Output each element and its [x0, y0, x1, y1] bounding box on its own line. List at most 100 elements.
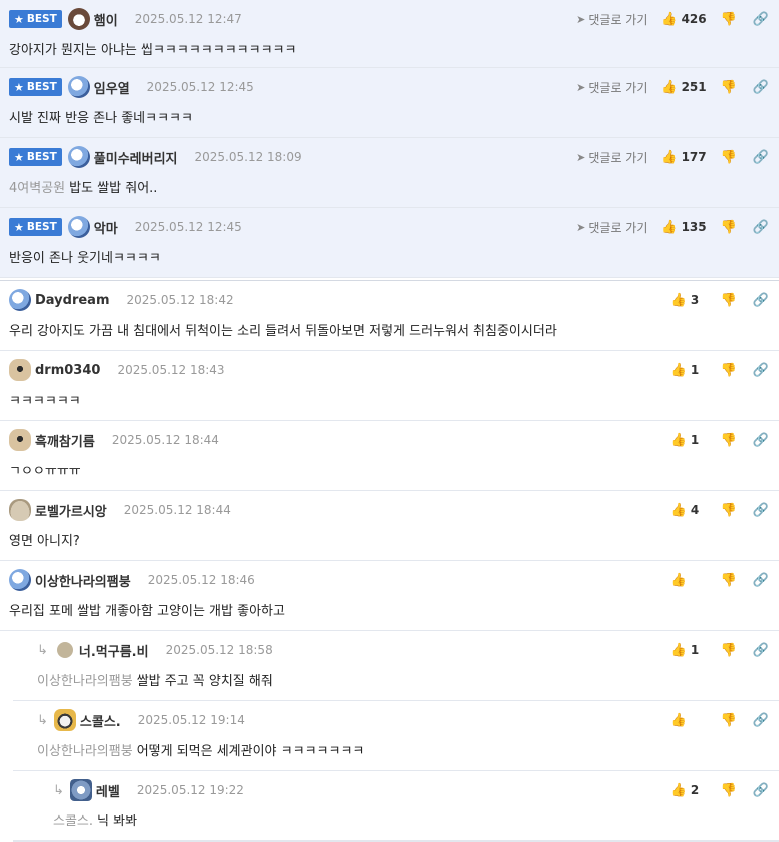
link-icon[interactable]: 🔗 — [753, 573, 769, 588]
comment: 이상한나라의팸붕 2025.05.12 18:46 👍 👎 🔗 우리집 포메 쌀… — [0, 561, 779, 631]
thumbs-up-icon: 👍 — [670, 432, 687, 448]
like-button[interactable]: 👍 3 — [671, 293, 707, 308]
avatar[interactable] — [9, 429, 31, 451]
author-nick[interactable]: 너.먹구름.비 — [79, 641, 149, 660]
author-nick[interactable]: 스콜스. — [80, 711, 121, 730]
mention[interactable]: 4여벽공원 — [9, 181, 65, 196]
send-arrow-icon: ➤ — [576, 12, 586, 26]
reply-thread: ↳ 너.먹구름.비 2025.05.12 18:58 👍 1 👎 🔗 이상한나라의… — [13, 631, 779, 842]
best-badge: ★ BEST — [9, 10, 62, 28]
comment-date: 2025.05.12 18:46 — [147, 573, 255, 587]
like-count: 1 — [690, 433, 700, 447]
like-button[interactable]: 👍 426 — [661, 12, 706, 27]
avatar[interactable] — [67, 76, 90, 98]
comment-text: 시발 진짜 반응 존나 좋네ㅋㅋㅋㅋ — [9, 111, 193, 126]
comment-date: 2025.05.12 18:58 — [165, 643, 273, 657]
author-nick[interactable]: 악마 — [94, 218, 118, 237]
thumbs-down-icon[interactable]: 👎 — [721, 12, 737, 27]
comment-date: 2025.05.12 18:44 — [111, 433, 219, 447]
comment-text: 영면 아니지? — [9, 534, 80, 549]
like-button[interactable]: 👍 1 — [671, 363, 707, 378]
avatar[interactable] — [67, 8, 90, 30]
avatar[interactable] — [9, 289, 31, 311]
link-icon[interactable]: 🔗 — [753, 293, 769, 308]
like-button[interactable]: 👍 1 — [671, 643, 707, 658]
avatar[interactable] — [69, 779, 92, 801]
thumbs-down-icon[interactable]: 👎 — [721, 503, 737, 518]
like-button[interactable]: 👍 1 — [671, 433, 707, 448]
reply-arrow-icon: ↳ — [37, 642, 48, 658]
link-icon[interactable]: 🔗 — [753, 503, 769, 518]
like-count: 3 — [690, 293, 700, 307]
nested-reply-comment: ↳ 레벨 2025.05.12 19:22 👍 2 👎 🔗 스콜스. 닉 봐봐 — [13, 771, 779, 841]
like-button[interactable]: 👍 135 — [661, 220, 706, 235]
avatar[interactable] — [9, 359, 31, 381]
like-button[interactable]: 👍 177 — [661, 150, 706, 165]
author-nick[interactable]: drm0340 — [35, 363, 100, 378]
best-comment: ★ BEST 풀미수레버리지 2025.05.12 18:09 ➤ 댓글로 가기 👍… — [0, 138, 779, 208]
best-comment: ★ BEST 햄이 2025.05.12 12:47 ➤ 댓글로 가기 👍 426 👎… — [0, 0, 779, 68]
avatar[interactable] — [56, 642, 73, 658]
best-badge: ★ BEST — [9, 78, 62, 96]
thumbs-down-icon[interactable]: 👎 — [721, 643, 737, 658]
thumbs-down-icon[interactable]: 👎 — [721, 220, 737, 235]
thumbs-down-icon[interactable]: 👎 — [721, 293, 737, 308]
thumbs-down-icon[interactable]: 👎 — [721, 80, 737, 95]
link-icon[interactable]: 🔗 — [753, 433, 769, 448]
link-icon[interactable]: 🔗 — [753, 713, 769, 728]
link-icon[interactable]: 🔗 — [753, 150, 769, 165]
author-nick[interactable]: 이상한나라의팸붕 — [35, 571, 131, 590]
like-button[interactable]: 👍 4 — [671, 503, 707, 518]
mention[interactable]: 이상한나라의팸붕 — [37, 674, 133, 689]
thumbs-up-icon: 👍 — [670, 362, 687, 378]
star-icon: ★ — [14, 80, 24, 94]
author-nick[interactable]: 햄이 — [94, 10, 118, 29]
comment-date: 2025.05.12 18:42 — [126, 293, 234, 307]
link-icon[interactable]: 🔗 — [753, 643, 769, 658]
best-comment: ★ BEST 악마 2025.05.12 12:45 ➤ 댓글로 가기 👍 135 👎… — [0, 208, 779, 278]
thumbs-up-icon: 👍 — [661, 219, 678, 235]
author-nick[interactable]: 풀미수레버리지 — [94, 148, 178, 167]
mention[interactable]: 스콜스. — [53, 814, 93, 829]
link-icon[interactable]: 🔗 — [753, 12, 769, 27]
link-icon[interactable]: 🔗 — [753, 783, 769, 798]
like-count: 251 — [681, 80, 707, 94]
thumbs-down-icon[interactable]: 👎 — [721, 150, 737, 165]
avatar[interactable] — [9, 569, 31, 591]
link-icon[interactable]: 🔗 — [753, 80, 769, 95]
thumbs-up-icon: 👍 — [670, 782, 687, 798]
like-button[interactable]: 👍 — [671, 573, 707, 588]
goto-comment-link[interactable]: ➤ 댓글로 가기 — [576, 219, 647, 236]
comment-text: 이상한나라의팸붕 쌀밥 주고 꼭 양치질 해줘 — [37, 674, 273, 689]
mention[interactable]: 이상한나라의팸붕 — [37, 744, 133, 759]
like-count: 135 — [681, 220, 707, 234]
reply-comment: ↳ 스콜스. 2025.05.12 19:14 👍 👎 🔗 이상한나라의팸붕 어떻… — [13, 701, 779, 771]
thumbs-down-icon[interactable]: 👎 — [721, 713, 737, 728]
goto-comment-link[interactable]: ➤ 댓글로 가기 — [576, 11, 647, 28]
avatar[interactable] — [67, 216, 90, 238]
author-nick[interactable]: Daydream — [35, 293, 110, 308]
link-icon[interactable]: 🔗 — [753, 220, 769, 235]
thumbs-down-icon[interactable]: 👎 — [721, 363, 737, 378]
avatar[interactable] — [53, 709, 76, 731]
author-nick[interactable]: 로벨가르시앙 — [35, 501, 107, 520]
like-button[interactable]: 👍 251 — [661, 80, 706, 95]
link-icon[interactable]: 🔗 — [753, 363, 769, 378]
like-button[interactable]: 👍 — [671, 713, 707, 728]
thumbs-up-icon: 👍 — [670, 502, 687, 518]
thumbs-down-icon[interactable]: 👎 — [721, 573, 737, 588]
comment: Daydream 2025.05.12 18:42 👍 3 👎 🔗 우리 강아지도… — [0, 281, 779, 351]
comment: 로벨가르시앙 2025.05.12 18:44 👍 4 👎 🔗 영면 아니지? — [0, 491, 779, 561]
star-icon: ★ — [14, 220, 24, 234]
goto-comment-link[interactable]: ➤ 댓글로 가기 — [576, 149, 647, 166]
thumbs-down-icon[interactable]: 👎 — [721, 783, 737, 798]
author-nick[interactable]: 흑깨참기름 — [35, 431, 95, 450]
thumbs-up-icon: 👍 — [661, 11, 678, 27]
author-nick[interactable]: 임우열 — [94, 78, 130, 97]
avatar[interactable] — [67, 146, 90, 168]
author-nick[interactable]: 레벨 — [96, 781, 120, 800]
goto-comment-link[interactable]: ➤ 댓글로 가기 — [576, 79, 647, 96]
like-button[interactable]: 👍 2 — [671, 783, 707, 798]
thumbs-down-icon[interactable]: 👎 — [721, 433, 737, 448]
avatar[interactable] — [9, 499, 31, 521]
